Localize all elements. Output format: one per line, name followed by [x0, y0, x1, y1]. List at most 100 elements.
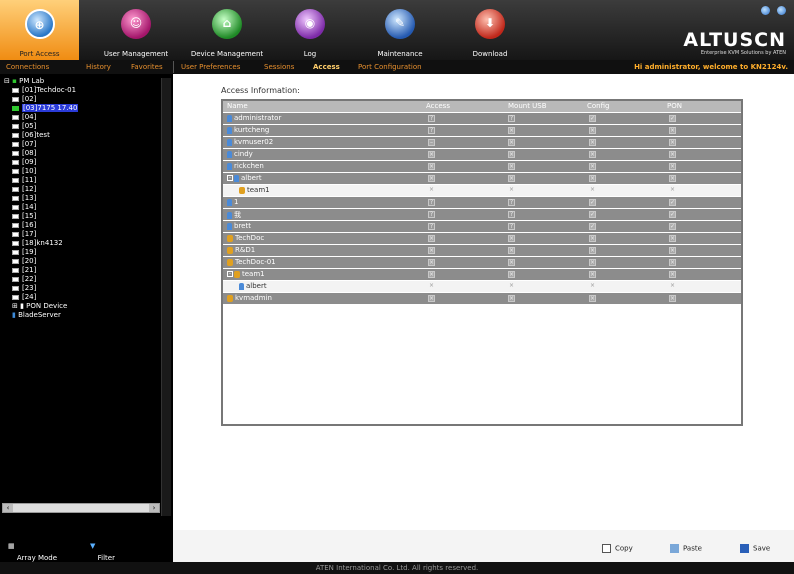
permission-checkbox[interactable]: ×: [428, 283, 435, 290]
port-item[interactable]: [18]kn4132: [12, 239, 63, 248]
permission-checkbox[interactable]: ×: [428, 247, 435, 254]
permission-checkbox[interactable]: ×: [428, 271, 435, 278]
tab-device-management[interactable]: ⌂ Device Management: [184, 0, 270, 60]
table-row[interactable]: cindy × × × ×: [223, 149, 741, 160]
port-item[interactable]: [03]7175 17.40: [12, 104, 79, 113]
table-row[interactable]: TechDoc-01 × × × ×: [223, 257, 741, 268]
permission-checkbox[interactable]: ✓: [669, 199, 676, 206]
permission-checkbox[interactable]: ×: [508, 283, 515, 290]
port-item[interactable]: [12]: [12, 185, 36, 194]
port-item[interactable]: [06]test: [12, 131, 50, 140]
device-item[interactable]: ⊞ ▮ PON Device: [12, 302, 67, 311]
filter-button[interactable]: ▼ Filter: [90, 542, 115, 562]
permission-checkbox[interactable]: ×: [669, 151, 676, 158]
table-row[interactable]: - albert × × × ×: [223, 173, 741, 184]
table-row[interactable]: kvmuser02 – × × ×: [223, 137, 741, 148]
port-item[interactable]: [02]: [12, 95, 36, 104]
permission-checkbox[interactable]: ×: [508, 187, 515, 194]
permission-checkbox[interactable]: ?: [428, 127, 435, 134]
table-row[interactable]: kvmadmin × × × ×: [223, 293, 741, 304]
permission-checkbox[interactable]: ×: [508, 175, 515, 182]
tab-user-management[interactable]: ☺ User Management: [92, 0, 180, 60]
permission-checkbox[interactable]: ×: [508, 295, 515, 302]
permission-checkbox[interactable]: ×: [508, 235, 515, 242]
horizontal-scrollbar[interactable]: ‹ ›: [2, 503, 160, 513]
permission-checkbox[interactable]: ×: [508, 127, 515, 134]
table-row[interactable]: rickchen × × × ×: [223, 161, 741, 172]
permission-checkbox[interactable]: ×: [669, 139, 676, 146]
port-item[interactable]: [20]: [12, 257, 36, 266]
copy-button[interactable]: Copy: [602, 544, 633, 553]
permission-checkbox[interactable]: ×: [428, 259, 435, 266]
port-item[interactable]: [19]: [12, 248, 36, 257]
permission-checkbox[interactable]: ×: [669, 235, 676, 242]
tree-root[interactable]: ⊟ ▪ PM Lab: [4, 77, 44, 86]
permission-checkbox[interactable]: ×: [589, 259, 596, 266]
array-mode-button[interactable]: ▦ Array Mode: [8, 542, 57, 562]
permission-checkbox[interactable]: ×: [508, 139, 515, 146]
subtab-history[interactable]: History: [86, 63, 111, 71]
permission-checkbox[interactable]: ×: [589, 163, 596, 170]
permission-checkbox[interactable]: ✓: [589, 223, 596, 230]
port-item[interactable]: [21]: [12, 266, 36, 275]
permission-checkbox[interactable]: ✓: [589, 199, 596, 206]
permission-checkbox[interactable]: ×: [589, 139, 596, 146]
permission-checkbox[interactable]: ?: [508, 199, 515, 206]
port-item[interactable]: [10]: [12, 167, 36, 176]
vertical-scrollbar[interactable]: [161, 78, 171, 516]
collapse-icon[interactable]: ⊟: [4, 77, 10, 85]
permission-checkbox[interactable]: ×: [669, 187, 676, 194]
subtab-port-configuration[interactable]: Port Configuration: [358, 63, 422, 71]
permission-checkbox[interactable]: ?: [508, 115, 515, 122]
tab-download[interactable]: ⬇ Download: [450, 0, 530, 60]
permission-checkbox[interactable]: ×: [589, 283, 596, 290]
permission-checkbox[interactable]: ×: [589, 151, 596, 158]
port-item[interactable]: [13]: [12, 194, 36, 203]
port-item[interactable]: [01]Techdoc-01: [12, 86, 76, 95]
subtab-favorites[interactable]: Favorites: [131, 63, 163, 71]
permission-checkbox[interactable]: ×: [669, 127, 676, 134]
device-item[interactable]: ▮ BladeServer: [12, 311, 61, 320]
permission-checkbox[interactable]: ×: [508, 163, 515, 170]
permission-checkbox[interactable]: ?: [428, 115, 435, 122]
permission-checkbox[interactable]: ?: [428, 199, 435, 206]
port-item[interactable]: [05]: [12, 122, 36, 131]
permission-checkbox[interactable]: ×: [428, 295, 435, 302]
port-item[interactable]: [09]: [12, 158, 36, 167]
permission-checkbox[interactable]: ✓: [669, 223, 676, 230]
tab-maintenance[interactable]: ✎ Maintenance: [358, 0, 442, 60]
permission-checkbox[interactable]: ×: [589, 175, 596, 182]
minimize-icon[interactable]: [761, 6, 770, 15]
permission-checkbox[interactable]: ×: [428, 175, 435, 182]
permission-checkbox[interactable]: ✓: [589, 211, 596, 218]
permission-checkbox[interactable]: ×: [508, 151, 515, 158]
port-item[interactable]: [04]: [12, 113, 36, 122]
save-button[interactable]: Save: [740, 544, 770, 553]
permission-checkbox[interactable]: ×: [669, 259, 676, 266]
close-icon[interactable]: [777, 6, 786, 15]
port-item[interactable]: [17]: [12, 230, 36, 239]
permission-checkbox[interactable]: ×: [589, 235, 596, 242]
permission-checkbox[interactable]: ×: [589, 127, 596, 134]
permission-checkbox[interactable]: ✓: [669, 115, 676, 122]
table-row[interactable]: - team1 × × × ×: [223, 269, 741, 280]
port-item[interactable]: [11]: [12, 176, 36, 185]
port-item[interactable]: [15]: [12, 212, 36, 221]
permission-checkbox[interactable]: ×: [589, 247, 596, 254]
tab-port-access[interactable]: ⊕ Port Access: [0, 0, 79, 60]
permission-checkbox[interactable]: ×: [428, 163, 435, 170]
subtab-sessions[interactable]: Sessions: [264, 63, 294, 71]
subtab-access[interactable]: Access: [313, 63, 340, 71]
table-row[interactable]: TechDoc × × × ×: [223, 233, 741, 244]
port-item[interactable]: [07]: [12, 140, 36, 149]
permission-checkbox[interactable]: ×: [669, 163, 676, 170]
subtab-connections[interactable]: Connections: [6, 63, 49, 71]
permission-checkbox[interactable]: ?: [508, 211, 515, 218]
table-row[interactable]: administrator?? ✓ ✓: [223, 113, 741, 124]
permission-checkbox[interactable]: ×: [669, 175, 676, 182]
permission-checkbox[interactable]: ?: [508, 223, 515, 230]
table-row[interactable]: brett?? ✓ ✓: [223, 221, 741, 232]
port-item[interactable]: [16]: [12, 221, 36, 230]
permission-checkbox[interactable]: ×: [589, 187, 596, 194]
table-row[interactable]: 1?? ✓ ✓: [223, 197, 741, 208]
